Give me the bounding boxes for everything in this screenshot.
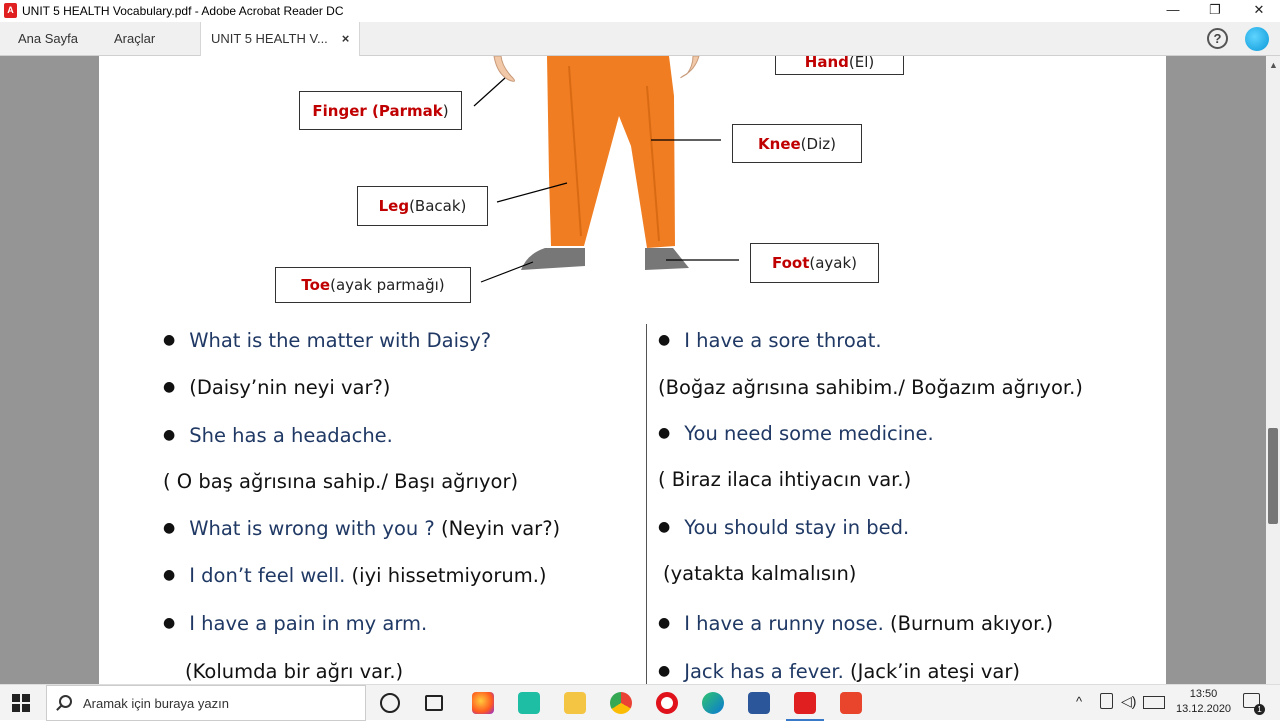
tab-document-label: UNIT 5 HEALTH V...: [211, 31, 328, 46]
label-foot-tr: (ayak): [809, 254, 858, 272]
list-item: ● I have a pain in my arm.: [163, 612, 428, 635]
clock-date: 13.12.2020: [1176, 703, 1232, 715]
keyboard-icon[interactable]: [1143, 696, 1165, 709]
list-item: ● She has a headache.: [163, 424, 393, 447]
label-toe-en: Toe: [301, 276, 331, 294]
list-item: ● You should stay in bed.: [658, 516, 910, 539]
label-leg: Leg (Bacak): [357, 186, 488, 226]
clock[interactable]: 13:50 13.12.2020: [1176, 687, 1231, 717]
taskbar: Aramak için buraya yazın ^ ◁) 13:50 13.1…: [0, 684, 1280, 721]
clock-time: 13:50: [1189, 688, 1218, 700]
label-leg-en: Leg: [378, 197, 410, 215]
list-item: ( O baş ağrısına sahip./ Başı ağrıyor): [163, 470, 519, 493]
opera-icon[interactable]: [656, 692, 678, 714]
list-item: ● I have a sore throat.: [658, 329, 882, 352]
scrollbar-thumb[interactable]: [1268, 428, 1278, 524]
list-item: ● What is the matter with Daisy?: [163, 329, 492, 352]
close-button[interactable]: ✕: [1236, 0, 1280, 22]
pdf-page: Hand (El) Finger (Parmak) Knee (Diz) Leg…: [99, 56, 1166, 684]
restore-button[interactable]: ❐: [1192, 0, 1238, 22]
column-divider: [646, 324, 647, 684]
word-icon[interactable]: [748, 692, 770, 714]
label-toe: Toe (ayak parmağı): [275, 267, 471, 303]
search-icon: [59, 695, 72, 708]
whatsapp-icon[interactable]: [518, 692, 540, 714]
label-finger: Finger (Parmak): [299, 91, 462, 130]
acrobat-taskbar-icon[interactable]: [786, 692, 824, 721]
bullet: ●: [658, 332, 671, 348]
label-hand: Hand (El): [775, 56, 904, 75]
label-finger-en: Finger (Parmak: [312, 101, 443, 120]
close-tab-icon[interactable]: ×: [342, 31, 350, 46]
label-hand-tr: (El): [848, 56, 875, 71]
list-item: (yatakta kalmalısın): [663, 562, 857, 585]
chrome-icon[interactable]: [610, 692, 632, 714]
bullet: ●: [163, 379, 176, 395]
bullet: ●: [163, 427, 176, 443]
body-illustration: [473, 56, 739, 283]
label-foot-en: Foot: [771, 254, 810, 272]
cortana-icon[interactable]: [380, 693, 400, 713]
edge-icon[interactable]: [702, 692, 724, 714]
document-viewer: Hand (El) Finger (Parmak) Knee (Diz) Leg…: [0, 56, 1280, 684]
list-item: ● What is wrong with you ? (Neyin var?): [163, 517, 561, 540]
list-item: (Kolumda bir ağrı var.): [185, 660, 404, 683]
bullet: ●: [658, 663, 671, 679]
list-item: (Boğaz ağrısına sahibim./ Boğazım ağrıyo…: [658, 376, 1083, 399]
scroll-up-arrow-icon[interactable]: ▲: [1269, 60, 1278, 70]
label-knee-en: Knee: [758, 134, 801, 153]
window-title: UNIT 5 HEALTH Vocabulary.pdf - Adobe Acr…: [22, 4, 344, 18]
bullet: ●: [163, 520, 176, 536]
bullet: ●: [163, 332, 176, 348]
acrobat-icon: A: [4, 3, 17, 18]
list-item: ● I have a runny nose. (Burnum akıyor.): [658, 612, 1054, 635]
label-toe-tr: (ayak parmağı): [330, 276, 445, 294]
account-icon[interactable]: [1245, 27, 1269, 51]
task-view-icon[interactable]: [425, 695, 443, 711]
taskbar-search[interactable]: Aramak için buraya yazın: [46, 685, 366, 721]
help-icon[interactable]: ?: [1207, 28, 1228, 49]
list-item: ● I don’t feel well. (iyi hissetmiyorum.): [163, 564, 547, 587]
label-knee: Knee (Diz): [732, 124, 862, 163]
file-explorer-icon[interactable]: [564, 692, 586, 714]
list-item: ● You need some medicine.: [658, 422, 934, 445]
tab-home[interactable]: Ana Sayfa: [18, 22, 78, 56]
label-finger-tr: ): [442, 101, 449, 120]
list-item: ● (Daisy’nin neyi var?): [163, 376, 391, 399]
bullet: ●: [658, 425, 671, 441]
chevron-up-icon[interactable]: ^: [1076, 694, 1082, 709]
label-foot: Foot (ayak): [750, 243, 879, 283]
title-bar: A UNIT 5 HEALTH Vocabulary.pdf - Adobe A…: [0, 0, 1280, 22]
app-taskbar-icon[interactable]: [840, 692, 862, 714]
vertical-scrollbar[interactable]: ▲: [1266, 56, 1280, 684]
volume-icon[interactable]: ◁): [1121, 693, 1136, 710]
firefox-icon[interactable]: [472, 692, 494, 714]
tab-tools[interactable]: Araçlar: [114, 22, 155, 56]
bullet: ●: [658, 519, 671, 535]
windows-start-icon[interactable]: [12, 694, 30, 712]
search-placeholder: Aramak için buraya yazın: [83, 696, 229, 711]
list-item: ● Jack has a fever. (Jack’in ateşi var): [658, 660, 1020, 683]
bullet: ●: [658, 615, 671, 631]
tab-bar: Ana Sayfa Araçlar UNIT 5 HEALTH V... × ?: [0, 22, 1280, 57]
label-leg-tr: (Bacak): [409, 197, 467, 215]
tab-document[interactable]: UNIT 5 HEALTH V... ×: [200, 22, 361, 57]
label-hand-en: Hand: [804, 56, 849, 71]
bullet: ●: [163, 567, 176, 583]
notification-badge: 1: [1254, 704, 1265, 715]
bullet: ●: [163, 615, 176, 631]
list-item: ( Biraz ilaca ihtiyacın var.): [658, 468, 912, 491]
minimize-button[interactable]: —: [1150, 0, 1196, 22]
label-knee-tr: (Diz): [800, 134, 836, 153]
network-icon[interactable]: [1100, 693, 1113, 709]
